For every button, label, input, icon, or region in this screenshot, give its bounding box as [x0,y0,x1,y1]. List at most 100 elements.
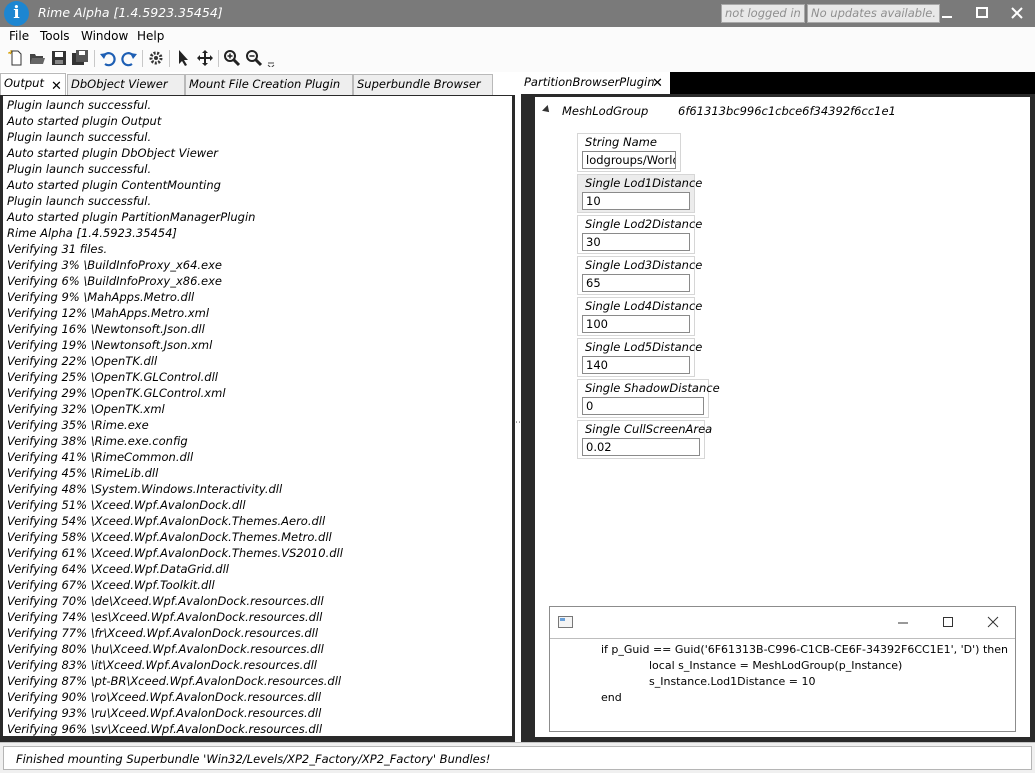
tab-mount-file-creation[interactable]: Mount File Creation Plugin [185,74,353,95]
output-line: Verifying 32% \OpenTK.xml [7,402,165,416]
property-field: Single Lod4Distance 100 [577,297,702,336]
maximize-button[interactable] [965,0,999,27]
output-line: Verifying 93% \ru\Xceed.Wpf.AvalonDock.r… [7,706,322,720]
update-status[interactable]: No updates available. [807,4,941,23]
property-label: String Name [585,135,657,149]
output-line: Verifying 12% \MahApps.Metro.xml [7,306,210,320]
output-frame: Plugin launch successful. Auto started pl… [0,95,515,742]
close-icon[interactable]: ✕ [652,74,663,94]
tab-partition-browser[interactable]: PartitionBrowserPlugin ✕ [521,72,670,94]
output-line: Verifying 64% \Xceed.Wpf.DataGrid.dll [7,562,229,576]
output-line: Verifying 48% \System.Windows.Interactiv… [7,482,283,496]
property-value-input[interactable]: 30 [582,233,690,251]
tab-partition-browser-label: PartitionBrowserPlugin [524,75,655,89]
window-title: Rime Alpha [1.4.5923.35454] [38,5,223,20]
status-text: Finished mounting Superbundle 'Win32/Lev… [16,752,491,766]
menu-file[interactable]: File [9,29,29,43]
property-field: Single Lod2Distance 30 [577,215,702,254]
output-line: Verifying 61% \Xceed.Wpf.AvalonDock.Them… [7,546,343,560]
menu-window[interactable]: Window [81,29,128,43]
output-line: Verifying 9% \MahApps.Metro.dll [7,290,195,304]
right-dock-tabs: PartitionBrowserPlugin ✕ [521,72,1035,94]
window-icon [558,616,573,628]
script-code-area[interactable]: if p_Guid == Guid('6F61313B-C996-C1CB-CE… [550,638,1015,731]
title-bar: i Rime Alpha [1.4.5923.35454] not logged… [0,0,1035,27]
settings-icon[interactable] [147,49,165,67]
undo-icon[interactable] [99,49,117,67]
close-button[interactable] [1000,0,1034,27]
property-value-input[interactable]: 100 [582,315,690,333]
script-close-button[interactable] [983,613,1003,631]
property-label: Single Lod5Distance [585,340,703,354]
save-all-icon[interactable] [71,49,89,67]
property-label: Single Lod2Distance [585,217,703,231]
output-line: Auto started plugin PartitionManagerPlug… [7,210,256,224]
output-line: Auto started plugin Output [7,114,162,128]
open-icon[interactable] [28,49,46,67]
property-label: Single Lod4Distance [585,299,703,313]
output-line: Verifying 67% \Xceed.Wpf.Toolkit.dll [7,578,215,592]
tree-node-guid: 6f61313bc996c1cbce6f34392f6cc1e1 [678,104,896,118]
property-field: Single ShadowDistance 0 [577,379,720,418]
minimize-button[interactable] [930,0,964,27]
script-minimize-button[interactable] [893,613,913,631]
output-line: Verifying 19% \Newtonsoft.Json.xml [7,338,213,352]
tab-output-label: Output [4,76,44,90]
output-line: Verifying 87% \pt-BR\Xceed.Wpf.AvalonDoc… [7,674,342,688]
login-status[interactable]: not logged in [721,4,805,23]
new-icon[interactable] [7,49,25,67]
script-maximize-button[interactable] [938,613,958,631]
output-line: Verifying 3% \BuildInfoProxy_x64.exe [7,258,223,272]
property-value-input[interactable]: 0.02 [582,438,700,456]
overflow-icon[interactable] [266,49,276,67]
property-label: Single ShadowDistance [585,381,720,395]
output-line: Verifying 41% \RimeCommon.dll [7,450,194,464]
zoom-out-icon[interactable] [245,49,263,67]
toolbar [0,45,1035,72]
output-line: Verifying 6% \BuildInfoProxy_x86.exe [7,274,223,288]
output-line: Auto started plugin DbObject Viewer [7,146,219,160]
tab-output[interactable]: Output ✕ [0,73,66,96]
menu-bar: File Tools Window Help [0,27,1035,45]
code-line: end [601,691,622,704]
output-line: Verifying 58% \Xceed.Wpf.AvalonDock.Them… [7,530,332,544]
output-log[interactable]: Plugin launch successful. Auto started pl… [3,96,512,736]
zoom-in-icon[interactable] [223,49,241,67]
property-label: Single Lod3Distance [585,258,703,272]
tab-superbundle-browser[interactable]: Superbundle Browser [353,74,493,95]
output-line: Verifying 83% \it\Xceed.Wpf.AvalonDock.r… [7,658,317,672]
property-value-input[interactable]: lodgroups/World [582,151,676,169]
tab-dbobject-viewer[interactable]: DbObject Viewer [67,74,185,95]
toolbar-separator [94,50,95,67]
output-line: Plugin launch successful. [7,98,152,112]
code-line: s_Instance.Lod1Distance = 10 [649,675,816,688]
code-line: local s_Instance = MeshLodGroup(p_Instan… [649,659,903,672]
output-line: Verifying 16% \Newtonsoft.Json.dll [7,322,205,336]
output-line: Verifying 25% \OpenTK.GLControl.dll [7,370,218,384]
close-icon[interactable]: ✕ [51,77,62,96]
tree-node-type[interactable]: MeshLodGroup [562,104,648,118]
save-icon[interactable] [50,49,68,67]
output-line: Plugin launch successful. [7,194,152,208]
property-label: Single CullScreenArea [585,422,713,436]
property-field: Single Lod3Distance 65 [577,256,702,295]
code-line: if p_Guid == Guid('6F61313B-C996-C1CB-CE… [601,643,1008,656]
output-line: Rime Alpha [1.4.5923.35454] [7,226,177,240]
menu-help[interactable]: Help [137,29,164,43]
script-window-titlebar[interactable] [550,607,1015,638]
app-info-icon[interactable]: i [4,1,29,26]
redo-icon[interactable] [120,49,138,67]
move-icon[interactable] [196,49,214,67]
output-line: Verifying 80% \hu\Xceed.Wpf.AvalonDock.r… [7,642,324,656]
output-line: Verifying 96% \sv\Xceed.Wpf.AvalonDock.r… [7,722,323,736]
output-line: Verifying 29% \OpenTK.GLControl.xml [7,386,226,400]
property-value-input[interactable]: 140 [582,356,690,374]
property-value-input[interactable]: 0 [582,397,704,415]
property-value-input[interactable]: 65 [582,274,690,292]
output-line: Verifying 51% \Xceed.Wpf.AvalonDock.dll [7,498,246,512]
property-value-input[interactable]: 10 [582,192,690,210]
property-label: Single Lod1Distance [585,176,703,190]
property-field: Single CullScreenArea 0.02 [577,420,712,459]
pointer-icon[interactable] [175,49,193,67]
menu-tools[interactable]: Tools [40,29,70,43]
